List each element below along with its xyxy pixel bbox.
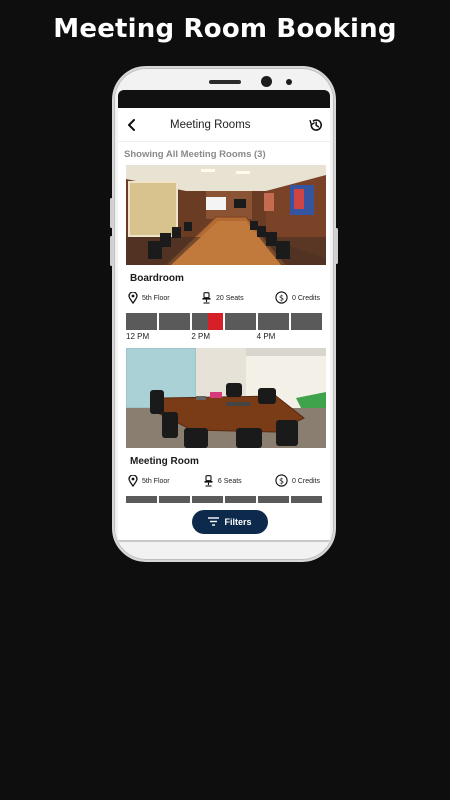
room-credits: $ 0 Credits: [275, 474, 320, 489]
promo-headline: Meeting Room Booking: [53, 14, 397, 44]
phone-side-button: [110, 236, 113, 266]
filter-icon: [208, 516, 220, 528]
time-slot[interactable]: [291, 496, 322, 503]
page-title: Meeting Rooms: [170, 118, 251, 131]
location-pin-icon: [128, 473, 138, 489]
room-name: Boardroom: [130, 273, 184, 284]
dollar-coin-icon: $: [275, 474, 288, 489]
time-label: 4 PM: [256, 332, 276, 341]
credits-label: 0 Credits: [291, 295, 320, 302]
phone-speaker: [209, 80, 241, 84]
floor-label: 5th Floor: [142, 295, 170, 302]
time-label: 2 PM: [191, 332, 210, 341]
chair-icon: [201, 291, 212, 306]
room-list: Showing All Meeting Rooms (3) Boardroom …: [118, 149, 330, 503]
time-slot[interactable]: [258, 496, 289, 503]
seats-label: 20 Seats: [215, 295, 244, 302]
status-bar: [118, 90, 330, 108]
time-slot[interactable]: [159, 313, 190, 330]
app-bar: Meeting Rooms: [118, 108, 330, 142]
time-slot[interactable]: [126, 496, 157, 503]
room-floor: 5th Floor: [128, 290, 170, 306]
availability-timeline[interactable]: [126, 313, 322, 330]
room-seats: 6 Seats: [203, 474, 242, 489]
room-name: Meeting Room: [130, 456, 199, 467]
filters-button[interactable]: Filters: [192, 510, 268, 534]
history-icon[interactable]: [308, 117, 324, 133]
phone-sensor: [286, 79, 292, 85]
room-seats: 20 Seats: [201, 291, 244, 306]
time-slot[interactable]: [225, 313, 256, 330]
room-meta: 5th Floor 20 Seats $ 0 Credits: [126, 290, 322, 306]
location-pin-icon: [128, 290, 138, 306]
time-slot[interactable]: [159, 496, 190, 503]
phone-camera: [261, 76, 272, 87]
phone-power-button: [335, 228, 338, 264]
booked-slot: [207, 313, 223, 330]
room-meta: 5th Floor 6 Seats $ 0 Credits: [126, 473, 322, 489]
time-slot[interactable]: [192, 313, 223, 330]
filters-label: Filters: [224, 517, 252, 527]
time-slot[interactable]: [126, 313, 157, 330]
svg-text:$: $: [279, 476, 284, 485]
time-slot[interactable]: [291, 313, 322, 330]
room-card[interactable]: Boardroom 5th Floor 20 Seats $ 0 Credits…: [124, 165, 326, 344]
room-credits: $ 0 Credits: [275, 291, 320, 306]
back-arrow-icon[interactable]: [124, 117, 140, 133]
svg-text:$: $: [279, 293, 284, 302]
timeline-labels: 12 PM 2 PM 4 PM: [126, 332, 322, 344]
floor-label: 5th Floor: [142, 478, 170, 485]
chair-icon: [203, 474, 214, 489]
credits-label: 0 Credits: [291, 478, 320, 485]
time-label: 12 PM: [126, 332, 150, 341]
time-slot[interactable]: [225, 496, 256, 503]
phone-side-button: [110, 198, 113, 228]
phone-frame: Meeting Rooms Showing All Meeting Rooms …: [110, 66, 338, 562]
app-screen: Meeting Rooms Showing All Meeting Rooms …: [118, 90, 330, 542]
room-card[interactable]: Meeting Room 5th Floor 6 Seats $ 0 Credi…: [124, 348, 326, 503]
time-slot[interactable]: [258, 313, 289, 330]
nav-divider: [118, 540, 330, 542]
dollar-coin-icon: $: [275, 291, 288, 306]
availability-timeline[interactable]: [126, 496, 322, 503]
seats-label: 6 Seats: [217, 478, 242, 485]
time-slot[interactable]: [192, 496, 223, 503]
results-count-text: Showing All Meeting Rooms (3): [124, 149, 266, 160]
room-photo-meeting-room: [126, 348, 326, 448]
room-photo-boardroom: [126, 165, 326, 265]
room-floor: 5th Floor: [128, 473, 170, 489]
